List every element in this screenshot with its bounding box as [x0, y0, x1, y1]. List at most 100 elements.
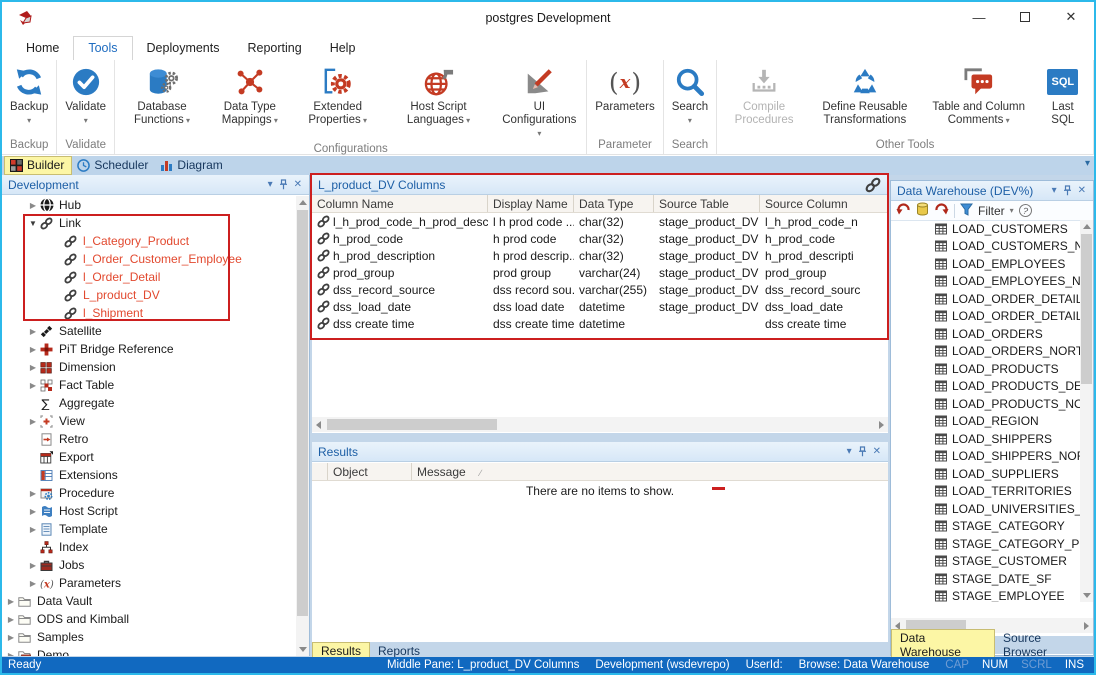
- table-row[interactable]: l_h_prod_code_h_prod_descrip...l h prod …: [312, 213, 888, 230]
- browser-item-load-customers-north[interactable]: LOAD_CUSTOMERS_NORTH: [891, 238, 1080, 256]
- chevron-collapsed-icon[interactable]: ▶: [26, 417, 40, 426]
- browser-item-load-territories[interactable]: LOAD_TERRITORIES: [891, 483, 1080, 501]
- last-sql-button[interactable]: SQLLast SQL: [1036, 62, 1090, 126]
- refresh-back-icon[interactable]: [896, 203, 911, 219]
- refresh-forward-icon[interactable]: [934, 203, 949, 219]
- grid-column-source-column[interactable]: Source Column: [760, 195, 888, 212]
- browser-item-load-shippers[interactable]: LOAD_SHIPPERS: [891, 430, 1080, 448]
- grid-column-source-table[interactable]: Source Table: [654, 195, 760, 212]
- chevron-collapsed-icon[interactable]: ▶: [4, 651, 18, 657]
- browser-item-stage-customer[interactable]: STAGE_CUSTOMER: [891, 553, 1080, 571]
- panel-pin-icon[interactable]: [1060, 185, 1075, 196]
- results-column-message[interactable]: Message∕: [412, 463, 888, 480]
- tree-item-retro[interactable]: Retro: [2, 430, 296, 448]
- menu-tab-help[interactable]: Help: [316, 37, 370, 60]
- tree-item-index[interactable]: Index: [2, 538, 296, 556]
- browser-item-load-customers[interactable]: LOAD_CUSTOMERS: [891, 220, 1080, 238]
- view-tab-scheduler[interactable]: Scheduler: [72, 157, 155, 174]
- ui-configurations-button[interactable]: UI Configurations ▾: [495, 62, 583, 141]
- panel-close-icon[interactable]: ✕: [870, 446, 884, 457]
- table-row[interactable]: dss create timedss create timedatetimeds…: [312, 315, 888, 332]
- minimize-button[interactable]: —: [956, 2, 1002, 32]
- table-row[interactable]: dss_load_datedss load datedatetimestage_…: [312, 298, 888, 315]
- table-row[interactable]: prod_groupprod groupvarchar(24)stage_pro…: [312, 264, 888, 281]
- chevron-collapsed-icon[interactable]: ▶: [26, 201, 40, 210]
- panel-close-icon[interactable]: ✕: [291, 179, 305, 190]
- browser-item-load-orders[interactable]: LOAD_ORDERS: [891, 325, 1080, 343]
- tree-item-dimension[interactable]: ▶Dimension: [2, 358, 296, 376]
- data-type-mappings-button[interactable]: Data Type Mappings ▾: [206, 62, 294, 127]
- browser-tab-source-browser[interactable]: Source Browser: [995, 630, 1093, 661]
- tree-item-view[interactable]: ▶View: [2, 412, 296, 430]
- browser-item-load-products[interactable]: LOAD_PRODUCTS: [891, 360, 1080, 378]
- columns-horizontal-scrollbar[interactable]: [312, 417, 888, 432]
- panel-close-icon[interactable]: ✕: [1075, 185, 1089, 196]
- database-icon[interactable]: [916, 202, 929, 219]
- browser-item-load-order-details-no[interactable]: LOAD_ORDER_DETAILS_NO: [891, 308, 1080, 326]
- tree-item-extensions[interactable]: Extensions: [2, 466, 296, 484]
- browser-item-stage-employee[interactable]: STAGE_EMPLOYEE: [891, 588, 1080, 603]
- grid-column-column-name[interactable]: Column Name: [312, 195, 488, 212]
- chevron-collapsed-icon[interactable]: ▶: [26, 327, 40, 336]
- filter-dropdown-icon[interactable]: ▾: [1010, 206, 1014, 215]
- table-and-column-comments-button[interactable]: Table and Column Comments ▾: [922, 62, 1036, 127]
- table-row[interactable]: h_prod_codeh prod codechar(32)stage_prod…: [312, 230, 888, 247]
- filter-label[interactable]: Filter: [978, 204, 1005, 218]
- view-tab-diagram[interactable]: Diagram: [155, 157, 229, 174]
- panel-pin-icon[interactable]: [276, 179, 291, 190]
- menu-tab-home[interactable]: Home: [12, 37, 73, 60]
- panel-dropdown-icon[interactable]: ▾: [844, 446, 855, 457]
- chevron-collapsed-icon[interactable]: ▶: [26, 579, 40, 588]
- chevron-collapsed-icon[interactable]: ▶: [4, 597, 18, 606]
- menu-tab-tools[interactable]: Tools: [73, 36, 132, 60]
- chevron-collapsed-icon[interactable]: ▶: [26, 345, 40, 354]
- table-row[interactable]: dss_record_sourcedss record sou...varcha…: [312, 281, 888, 298]
- grid-column-display-name[interactable]: Display Name: [488, 195, 574, 212]
- grid-column-data-type[interactable]: Data Type: [574, 195, 654, 212]
- tree-item-l-product-dv[interactable]: L_product_DV: [2, 286, 296, 304]
- menu-tab-deployments[interactable]: Deployments: [133, 37, 234, 60]
- tree-item-fact-table[interactable]: ▶Fact Table: [2, 376, 296, 394]
- backup-button[interactable]: Backup▾: [5, 62, 53, 125]
- tree-item-jobs[interactable]: ▶Jobs: [2, 556, 296, 574]
- parameters-button[interactable]: (x)Parameters: [590, 62, 659, 114]
- define-reusable-transformations-button[interactable]: Define Reusable Transformations: [808, 62, 922, 126]
- extended-properties-button[interactable]: Extended Properties ▾: [294, 62, 382, 127]
- chevron-collapsed-icon[interactable]: ▶: [26, 525, 40, 534]
- chevron-collapsed-icon[interactable]: ▶: [4, 633, 18, 642]
- browser-item-load-suppliers[interactable]: LOAD_SUPPLIERS: [891, 465, 1080, 483]
- browser-item-load-employees-north[interactable]: LOAD_EMPLOYEES_NORTH: [891, 273, 1080, 291]
- chevron-collapsed-icon[interactable]: ▶: [26, 507, 40, 516]
- tree-item-link[interactable]: ▼Link: [2, 214, 296, 232]
- tree-item-satellite[interactable]: ▶Satellite: [2, 322, 296, 340]
- view-tab-builder[interactable]: Builder: [4, 156, 72, 175]
- panel-dropdown-icon[interactable]: ▾: [1049, 185, 1060, 196]
- menu-tab-reporting[interactable]: Reporting: [233, 37, 315, 60]
- chevron-collapsed-icon[interactable]: ▶: [4, 615, 18, 624]
- tree-item-demo[interactable]: ▶Demo: [2, 646, 296, 656]
- chevron-collapsed-icon[interactable]: ▶: [26, 489, 40, 498]
- tree-item-host-script[interactable]: ▶Host Script: [2, 502, 296, 520]
- browser-item-load-products-demo[interactable]: LOAD_PRODUCTS_DEMO: [891, 378, 1080, 396]
- tree-item-aggregate[interactable]: ∑Aggregate: [2, 394, 296, 412]
- browser-item-load-shippers-northw[interactable]: LOAD_SHIPPERS_NORTHW: [891, 448, 1080, 466]
- tree-item-l-shipment[interactable]: l_Shipment: [2, 304, 296, 322]
- database-functions-button[interactable]: Database Functions ▾: [118, 62, 206, 127]
- panel-dropdown-icon[interactable]: ▾: [265, 179, 276, 190]
- browser-item-load-order-details[interactable]: LOAD_ORDER_DETAILS: [891, 290, 1080, 308]
- chevron-collapsed-icon[interactable]: ▶: [26, 363, 40, 372]
- tree-item-procedure[interactable]: ▶Procedure: [2, 484, 296, 502]
- tree-item-ods-and-kimball[interactable]: ▶ODS and Kimball: [2, 610, 296, 628]
- browser-item-stage-category[interactable]: STAGE_CATEGORY: [891, 518, 1080, 536]
- chevron-collapsed-icon[interactable]: ▶: [26, 561, 40, 570]
- browser-item-stage-category-produ[interactable]: STAGE_CATEGORY_PRODU: [891, 535, 1080, 553]
- tree-item-export[interactable]: Export: [2, 448, 296, 466]
- pane-options-chevron-icon[interactable]: ▾: [1085, 158, 1090, 169]
- browser-item-load-products-north[interactable]: LOAD_PRODUCTS_NORTH: [891, 395, 1080, 413]
- chevron-collapsed-icon[interactable]: ▶: [26, 381, 40, 390]
- tree-item-pit-bridge-reference[interactable]: ▶PiT Bridge Reference: [2, 340, 296, 358]
- tree-vertical-scrollbar[interactable]: [296, 196, 309, 656]
- browser-item-load-orders-northwin[interactable]: LOAD_ORDERS_NORTHWIN: [891, 343, 1080, 361]
- tree-item-data-vault[interactable]: ▶Data Vault: [2, 592, 296, 610]
- tree-item-l-order-detail[interactable]: l_Order_Detail: [2, 268, 296, 286]
